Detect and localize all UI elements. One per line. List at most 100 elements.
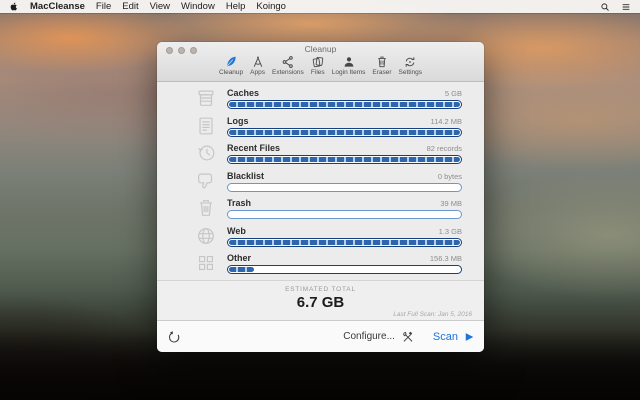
toolbar-item-label: Settings bbox=[399, 69, 423, 76]
zoom-button[interactable] bbox=[190, 47, 197, 54]
traffic-lights bbox=[166, 47, 197, 54]
cleanup-row-caches[interactable]: Caches 5 GB bbox=[157, 86, 484, 114]
footer-right: Configure... Scan bbox=[343, 330, 474, 344]
compass-icon bbox=[251, 55, 265, 69]
cleanup-row-web[interactable]: Web 1.3 GB bbox=[157, 224, 484, 252]
row-label: Other bbox=[227, 253, 251, 263]
menu-item-view[interactable]: View bbox=[150, 1, 170, 12]
row-progress-bar bbox=[227, 100, 462, 109]
estimated-total-label: ESTIMATED TOTAL bbox=[157, 281, 484, 293]
row-progress-fill bbox=[229, 267, 254, 272]
apple-menu-icon[interactable] bbox=[9, 1, 19, 12]
thumbs-down-icon bbox=[195, 170, 217, 192]
row-progress-bar bbox=[227, 155, 462, 164]
menu-bar-right bbox=[600, 2, 631, 12]
toolbar-item-login-items[interactable]: Login Items bbox=[332, 55, 366, 76]
menu-item-help[interactable]: Help bbox=[226, 1, 246, 12]
trash-icon bbox=[375, 55, 389, 69]
toolbar-item-eraser[interactable]: Eraser bbox=[372, 55, 391, 76]
row-header: Other 156.3 MB bbox=[227, 251, 462, 263]
row-label: Caches bbox=[227, 88, 259, 98]
row-progress-bar bbox=[227, 183, 462, 192]
row-progress-bar bbox=[227, 265, 462, 274]
cleanup-row-recent-files[interactable]: Recent Files 82 records bbox=[157, 141, 484, 169]
row-progress-bar bbox=[227, 238, 462, 247]
cleanup-row-blacklist[interactable]: Blacklist 0 bytes bbox=[157, 169, 484, 197]
toolbar-item-label: Apps bbox=[250, 69, 265, 76]
sync-arrows-icon bbox=[403, 55, 417, 69]
grid-squares-icon bbox=[195, 252, 217, 274]
row-value: 114.2 MB bbox=[430, 117, 462, 126]
row-label: Blacklist bbox=[227, 171, 264, 181]
row-value: 1.3 GB bbox=[439, 227, 462, 236]
refresh-icon[interactable] bbox=[167, 330, 181, 344]
close-button[interactable] bbox=[166, 47, 173, 54]
window-toolbar: Cleanup Cleanup Apps Extensions Files Login … bbox=[157, 42, 484, 82]
toolbar-item-apps[interactable]: Apps bbox=[250, 55, 265, 76]
row-progress-bar bbox=[227, 210, 462, 219]
row-label: Trash bbox=[227, 198, 251, 208]
row-header: Logs 114.2 MB bbox=[227, 114, 462, 126]
row-progress-bar bbox=[227, 128, 462, 137]
play-icon bbox=[465, 332, 474, 342]
toolbar-item-label: Extensions bbox=[272, 69, 304, 76]
row-header: Web 1.3 GB bbox=[227, 224, 462, 236]
window-footer: Configure... Scan bbox=[157, 320, 484, 352]
cleanup-row-other[interactable]: Other 156.3 MB bbox=[157, 251, 484, 279]
row-value: 5 GB bbox=[445, 89, 462, 98]
row-header: Recent Files 82 records bbox=[227, 141, 462, 153]
toolbar-item-label: Cleanup bbox=[219, 69, 243, 76]
row-value: 156.3 MB bbox=[430, 254, 462, 263]
toolbar-items: Cleanup Apps Extensions Files Login Items Era… bbox=[157, 55, 484, 76]
row-label: Recent Files bbox=[227, 143, 280, 153]
toolbar-item-label: Files bbox=[311, 69, 325, 76]
scan-button[interactable]: Scan bbox=[433, 331, 474, 343]
cache-box-icon bbox=[195, 87, 217, 109]
row-value: 0 bytes bbox=[438, 172, 462, 181]
history-clock-icon bbox=[195, 142, 217, 164]
row-progress-fill bbox=[229, 240, 460, 245]
tools-icon[interactable] bbox=[401, 330, 415, 344]
app-menu-title[interactable]: MacCleanse bbox=[30, 1, 85, 12]
share-nodes-icon bbox=[281, 55, 295, 69]
menu-list-icon[interactable] bbox=[621, 2, 631, 12]
menu-item-window[interactable]: Window bbox=[181, 1, 215, 12]
toolbar-item-label: Login Items bbox=[332, 69, 366, 76]
row-value: 82 records bbox=[427, 144, 462, 153]
feather-brush-icon bbox=[224, 55, 238, 69]
estimated-total-value: 6.7 GB bbox=[157, 294, 484, 311]
estimated-total-section: ESTIMATED TOTAL 6.7 GB Last Full Scan: J… bbox=[157, 280, 484, 320]
menu-item-edit[interactable]: Edit bbox=[122, 1, 138, 12]
last-scan-text: Last Full Scan: Jan 5, 2016 bbox=[393, 311, 472, 318]
trash-can-icon bbox=[195, 197, 217, 219]
row-progress-fill bbox=[229, 102, 460, 107]
row-value: 39 MB bbox=[440, 199, 462, 208]
toolbar-item-settings[interactable]: Settings bbox=[399, 55, 423, 76]
configure-button[interactable]: Configure... bbox=[343, 331, 395, 342]
row-header: Blacklist 0 bytes bbox=[227, 169, 462, 181]
cleanup-row-trash[interactable]: Trash 39 MB bbox=[157, 196, 484, 224]
toolbar-item-files[interactable]: Files bbox=[311, 55, 325, 76]
row-header: Caches 5 GB bbox=[227, 86, 462, 98]
scan-button-label: Scan bbox=[433, 331, 458, 343]
log-document-icon bbox=[195, 115, 217, 137]
minimize-button[interactable] bbox=[178, 47, 185, 54]
menu-item-koingo[interactable]: Koingo bbox=[256, 1, 286, 12]
row-label: Web bbox=[227, 226, 246, 236]
globe-icon bbox=[195, 225, 217, 247]
window-title: Cleanup bbox=[157, 42, 484, 54]
row-label: Logs bbox=[227, 116, 249, 126]
menu-bar: MacCleanse File Edit View Window Help Koingo bbox=[0, 0, 640, 13]
maccleanse-window: Cleanup Cleanup Apps Extensions Files Login … bbox=[157, 42, 484, 352]
documents-icon bbox=[311, 55, 325, 69]
toolbar-item-label: Eraser bbox=[372, 69, 391, 76]
menu-items: File Edit View Window Help Koingo bbox=[96, 1, 286, 12]
toolbar-item-cleanup[interactable]: Cleanup bbox=[219, 55, 243, 76]
menu-item-file[interactable]: File bbox=[96, 1, 111, 12]
toolbar-item-extensions[interactable]: Extensions bbox=[272, 55, 304, 76]
cleanup-row-logs[interactable]: Logs 114.2 MB bbox=[157, 114, 484, 142]
row-progress-fill bbox=[229, 157, 460, 162]
row-header: Trash 39 MB bbox=[227, 196, 462, 208]
search-icon[interactable] bbox=[600, 2, 610, 12]
cleanup-category-list: Caches 5 GB Logs 114.2 MB Recent Files 82 rec… bbox=[157, 86, 484, 279]
